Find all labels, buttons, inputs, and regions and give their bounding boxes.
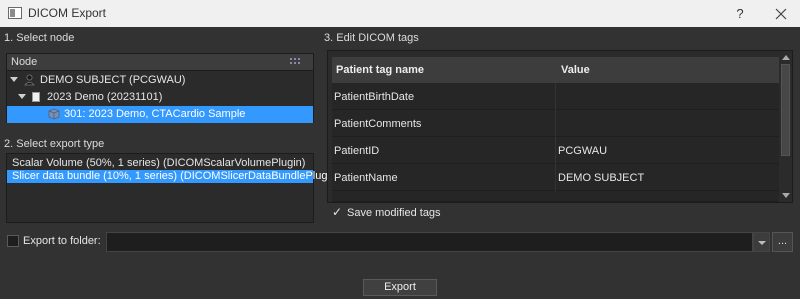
close-icon (775, 8, 787, 20)
tree-item-label: 2023 Demo (20231101) (47, 91, 163, 103)
save-modified-tags-label: Save modified tags (347, 207, 441, 219)
export-type-item[interactable]: Scalar Volume (50%, 1 series) (DICOMScal… (7, 157, 313, 170)
tag-name-column-header: Patient tag name (336, 64, 425, 76)
column-settings-icon[interactable] (290, 57, 300, 67)
select-node-label: 1. Select node (4, 32, 75, 44)
save-modified-tags-checkbox[interactable]: ✓ (332, 206, 344, 218)
table-row[interactable]: PatientName DEMO SUBJECT (332, 164, 779, 191)
tag-value-cell[interactable]: DEMO SUBJECT (558, 172, 644, 184)
export-to-folder-label: Export to folder: (23, 235, 101, 247)
export-type-item-selected[interactable]: Slicer data bundle (10%, 1 series) (DICO… (7, 170, 340, 183)
tags-table[interactable]: Patient tag name Value PatientBirthDate … (327, 50, 793, 203)
export-button[interactable]: Export (363, 279, 437, 296)
app-icon (8, 7, 22, 19)
close-button[interactable] (770, 4, 792, 24)
tree-item-label: DEMO SUBJECT (PCGWAU) (40, 74, 186, 86)
scrollbar-thumb[interactable] (781, 64, 790, 156)
table-row[interactable]: PatientID PCGWAU (332, 137, 779, 164)
study-icon (32, 92, 40, 102)
scroll-down-icon[interactable] (782, 193, 790, 198)
expand-arrow-icon[interactable] (18, 94, 26, 99)
table-row[interactable]: PatientComments (332, 110, 779, 137)
expand-arrow-icon[interactable] (10, 77, 18, 82)
series-volume-icon (48, 108, 60, 120)
tree-item-study[interactable]: 2023 Demo (20231101) (7, 89, 313, 106)
window-title: DICOM Export (28, 6, 107, 20)
export-type-list[interactable]: Scalar Volume (50%, 1 series) (DICOMScal… (6, 153, 340, 223)
tag-value-cell[interactable]: PCGWAU (558, 145, 607, 157)
column-divider (555, 110, 556, 137)
browse-folder-button[interactable]: ... (772, 232, 793, 252)
help-button[interactable]: ? (730, 4, 750, 24)
folder-path-input[interactable] (106, 232, 753, 252)
column-divider (555, 137, 556, 164)
table-row-partial (332, 191, 779, 202)
tags-table-header: Patient tag name Value (332, 57, 779, 83)
export-to-folder-checkbox[interactable] (7, 235, 19, 247)
node-column-header: Node (11, 56, 38, 68)
title-bar: DICOM Export ? (0, 0, 800, 27)
patient-icon (24, 74, 35, 86)
tag-name-cell: PatientID (334, 145, 380, 157)
tags-scrollbar[interactable] (779, 51, 792, 202)
folder-dropdown-button[interactable] (753, 232, 770, 252)
table-row[interactable]: PatientBirthDate (332, 83, 779, 110)
export-type-label: 2. Select export type (4, 138, 105, 150)
tree-item-series[interactable]: 301: 2023 Demo, CTACardio Sample (7, 106, 313, 123)
node-tree-header: Node (7, 54, 313, 71)
tag-value-column-header: Value (561, 64, 590, 76)
chevron-down-icon (758, 241, 766, 245)
edit-tags-label: 3. Edit DICOM tags (324, 32, 419, 44)
column-divider (555, 83, 556, 110)
tree-item-patient[interactable]: DEMO SUBJECT (PCGWAU) (7, 72, 313, 89)
node-tree[interactable]: Node DEMO SUBJECT (PCGWAU) 2023 Demo (20… (6, 53, 314, 123)
tree-item-label: 301: 2023 Demo, CTACardio Sample (64, 108, 246, 120)
scroll-up-icon[interactable] (782, 55, 790, 60)
tag-name-cell: PatientBirthDate (334, 91, 415, 103)
column-divider (555, 164, 556, 191)
tag-name-cell: PatientComments (334, 118, 422, 130)
tag-name-cell: PatientName (334, 172, 398, 184)
